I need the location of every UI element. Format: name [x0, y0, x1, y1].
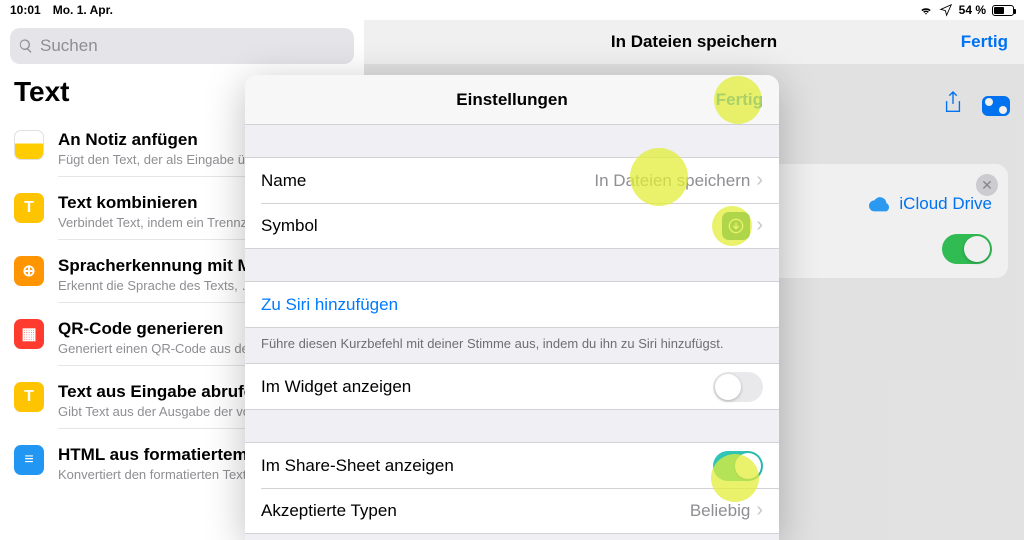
html-icon: ≡ — [14, 445, 44, 475]
wifi-icon — [919, 3, 933, 17]
status-time: 10:01 — [10, 3, 41, 17]
search-input[interactable]: Suchen — [10, 28, 354, 64]
cloud-icon — [869, 196, 891, 212]
share-sheet-toggle[interactable] — [713, 451, 763, 481]
done-button[interactable]: Fertig — [961, 32, 1008, 52]
location-icon — [939, 3, 953, 17]
search-placeholder: Suchen — [40, 36, 98, 56]
settings-modal: Einstellungen Fertig Name In Dateien spe… — [245, 75, 779, 540]
qr-icon: ▦ — [14, 319, 44, 349]
status-date: Mo. 1. Apr. — [53, 3, 113, 17]
search-icon — [18, 38, 34, 54]
widget-toggle[interactable] — [713, 372, 763, 402]
battery-icon — [992, 5, 1014, 16]
main-header: In Dateien speichern Fertig — [364, 20, 1024, 64]
add-to-siri-row[interactable]: Zu Siri hinzufügen — [245, 282, 779, 327]
show-in-widget-row: Im Widget anzeigen — [245, 364, 779, 409]
accepted-types-row[interactable]: Akzeptierte Typen Beliebig › — [245, 488, 779, 533]
close-icon[interactable]: ✕ — [976, 174, 998, 196]
text-icon: T — [14, 382, 44, 412]
symbol-row[interactable]: Symbol › — [245, 203, 779, 248]
battery-percent: 54 % — [959, 3, 986, 17]
text-icon: T — [14, 193, 44, 223]
download-icon — [722, 212, 750, 240]
chevron-right-icon: › — [756, 499, 763, 522]
modal-title: Einstellungen — [456, 90, 567, 110]
destination-toggle[interactable] — [942, 234, 992, 264]
chevron-right-icon: › — [756, 214, 763, 237]
chevron-right-icon: › — [756, 169, 763, 192]
notes-icon — [14, 130, 44, 160]
share-button[interactable] — [942, 90, 964, 121]
modal-done-button[interactable]: Fertig — [716, 90, 763, 110]
siri-footer-text: Führe diesen Kurzbefehl mit deiner Stimm… — [245, 328, 779, 363]
show-in-share-sheet-row: Im Share-Sheet anzeigen — [245, 443, 779, 488]
name-row[interactable]: Name In Dateien speichern › — [245, 158, 779, 203]
status-bar: 10:01 Mo. 1. Apr. 54 % — [0, 0, 1024, 20]
page-title: In Dateien speichern — [611, 32, 777, 52]
modal-header: Einstellungen Fertig — [245, 75, 779, 125]
globe-icon: ⊕ — [14, 256, 44, 286]
settings-button[interactable] — [982, 96, 1010, 116]
